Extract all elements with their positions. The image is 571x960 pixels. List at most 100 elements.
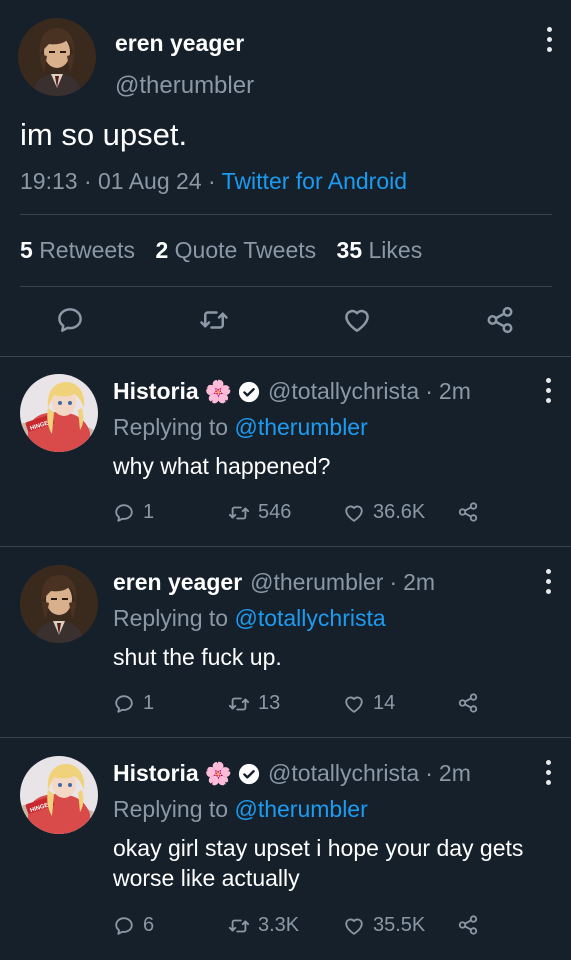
meta-separator: · (389, 569, 398, 595)
tweet-source-link[interactable]: Twitter for Android (222, 168, 407, 194)
verified-badge-icon (238, 763, 260, 784)
reply-text: shut the fuck up. (113, 644, 282, 670)
meta-separator: · (83, 168, 92, 194)
reply-icon (113, 502, 135, 524)
author-handle[interactable]: @therumbler (250, 569, 383, 596)
retweets-stat[interactable]: 5 Retweets (20, 237, 135, 263)
flower-emoji: 🌸 (204, 378, 233, 404)
like-button[interactable] (342, 305, 372, 335)
more-options-icon[interactable] (538, 569, 558, 599)
share-icon (457, 501, 479, 523)
replying-to-label: Replying to (113, 796, 229, 822)
retweets-label: Retweets (39, 237, 136, 263)
reply-button[interactable]: 1 (113, 501, 154, 524)
avatar-image (20, 756, 98, 834)
retweet-count: 13 (258, 692, 281, 714)
tweet-date: 01 Aug 24 (98, 168, 202, 194)
author-name[interactable]: Historia (113, 378, 199, 405)
like-button[interactable]: 35.5K (343, 914, 425, 937)
retweet-count: 546 (258, 501, 292, 523)
retweet-icon (228, 915, 250, 937)
reply-icon (113, 915, 135, 937)
author-handle[interactable]: @totallychrista (268, 378, 419, 405)
like-count: 35.5K (373, 914, 426, 936)
reply-text: why what happened? (113, 453, 331, 479)
retweets-count: 5 (20, 237, 33, 263)
like-icon (343, 915, 365, 937)
tweet-meta: 19:13 · 01 Aug 24 · Twitter for Android (20, 168, 407, 195)
likes-stat[interactable]: 35 Likes (337, 237, 423, 263)
reply-icon (55, 305, 85, 335)
reply-count: 6 (143, 914, 155, 936)
retweet-icon (228, 693, 250, 715)
share-icon (457, 692, 479, 714)
avatar[interactable] (20, 756, 98, 834)
reply-actions: 1 13 14 (113, 692, 493, 718)
tweet-text: im so upset. (20, 117, 188, 152)
reply-text: okay girl stay upset i hope your day get… (113, 835, 524, 891)
reply-actions: 1 546 36.6K (113, 501, 493, 527)
author-handle[interactable]: @therumbler (115, 72, 254, 100)
like-button[interactable]: 14 (343, 692, 395, 715)
reply-time: 2m (438, 378, 471, 404)
reply-time: 2m (438, 760, 471, 786)
share-icon (457, 914, 479, 936)
reply-tweet[interactable]: Historia 🌸 @totallychrista · 2m Replying… (0, 356, 571, 546)
author-name[interactable]: Historia (113, 760, 199, 787)
like-icon (342, 305, 372, 335)
avatar[interactable] (20, 565, 98, 643)
retweet-count: 3.3K (258, 914, 300, 936)
reply-count: 1 (143, 692, 155, 714)
reply-icon (113, 693, 135, 715)
like-icon (343, 693, 365, 715)
retweet-button[interactable] (199, 305, 229, 335)
reply-time: 2m (403, 569, 436, 595)
retweet-button[interactable]: 3.3K (228, 914, 299, 937)
retweet-button[interactable]: 546 (228, 501, 291, 524)
author-name[interactable]: eren yeager (115, 30, 244, 57)
reply-header: Historia 🌸 @totallychrista · 2m (113, 378, 471, 405)
share-button[interactable] (457, 914, 487, 936)
quotes-label: Quote Tweets (174, 237, 317, 263)
avatar[interactable] (18, 18, 96, 96)
like-count: 36.6K (373, 501, 426, 523)
reply-tweet[interactable]: eren yeager @therumbler · 2m Replying to… (0, 547, 571, 737)
more-options-icon[interactable] (538, 760, 558, 790)
like-button[interactable]: 36.6K (343, 501, 425, 524)
reply-button[interactable]: 6 (113, 914, 154, 937)
replying-to-handle[interactable]: @therumbler (234, 796, 367, 822)
retweet-button[interactable]: 13 (228, 692, 280, 715)
quotes-stat[interactable]: 2 Quote Tweets (155, 237, 316, 263)
replying-to-handle[interactable]: @totallychrista (234, 605, 385, 631)
main-tweet: eren yeager @therumbler im so upset. 19:… (0, 0, 571, 356)
reply-actions: 6 3.3K 35.5K (113, 914, 493, 940)
more-options-icon[interactable] (538, 378, 558, 408)
author-name[interactable]: eren yeager (113, 569, 242, 596)
replying-to-label: Replying to (113, 605, 229, 631)
reply-button[interactable]: 1 (113, 692, 154, 715)
replying-to: Replying to @therumbler (113, 796, 368, 823)
like-count: 14 (373, 692, 396, 714)
flower-emoji: 🌸 (204, 760, 233, 786)
like-icon (343, 502, 365, 524)
share-icon (485, 305, 515, 335)
reply-header: Historia 🌸 @totallychrista · 2m (113, 760, 471, 787)
replying-to-label: Replying to (113, 414, 229, 440)
share-button[interactable] (457, 501, 487, 523)
tweet-stats: 5 Retweets 2 Quote Tweets 35 Likes (20, 237, 436, 264)
likes-count: 35 (336, 237, 363, 263)
author-handle[interactable]: @totallychrista (268, 760, 419, 787)
reply-button[interactable] (55, 305, 85, 335)
replying-to-handle[interactable]: @therumbler (234, 414, 367, 440)
likes-label: Likes (368, 237, 423, 263)
share-button[interactable] (485, 305, 515, 335)
meta-separator: · (208, 168, 216, 194)
avatar[interactable] (20, 374, 98, 452)
reply-tweet[interactable]: Historia 🌸 @totallychrista · 2m Replying… (0, 738, 571, 960)
more-options-icon[interactable] (539, 27, 559, 57)
avatar-image (18, 18, 96, 96)
share-button[interactable] (457, 692, 487, 714)
reply-header: eren yeager @therumbler · 2m (113, 569, 435, 596)
verified-badge-icon (238, 381, 260, 402)
retweet-icon (228, 502, 250, 524)
